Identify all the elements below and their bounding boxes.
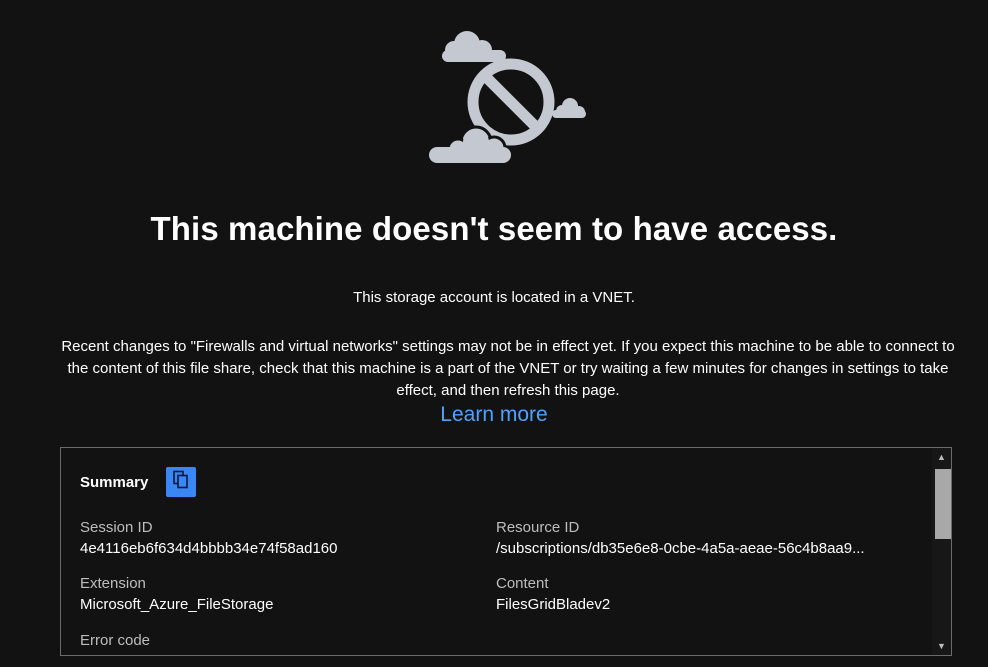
session-id-field: Session ID 4e4116eb6f634d4bbbb34e74f58ad… [80,518,460,560]
copy-button[interactable] [166,467,197,497]
resource-id-value: /subscriptions/db35e6e8-0cbe-4a5a-aeae-5… [496,540,865,557]
error-code-field: Error code [80,631,460,651]
extension-label: Extension [80,575,146,592]
extension-field: Extension Microsoft_Azure_FileStorage [80,574,460,616]
summary-header: Summary [80,466,197,498]
summary-scrollbar[interactable]: ▲ ▼ [932,448,951,655]
resource-id-field: Resource ID /subscriptions/db35e6e8-0cbe… [496,518,896,560]
content-field: Content FilesGridBladev2 [496,574,896,616]
blocked-cloud-icon [424,22,594,168]
scroll-thumb[interactable] [935,469,951,539]
copy-icon [172,470,190,495]
summary-panel: Summary Session ID 4e4116eb6f634d4bbbb34… [60,447,952,656]
session-id-value: 4e4116eb6f634d4bbbb34e74f58ad160 [80,540,338,557]
extension-value: Microsoft_Azure_FileStorage [80,596,274,613]
access-description: Recent changes to "Firewalls and virtual… [61,338,955,399]
page-title: This machine doesn't seem to have access… [150,210,838,247]
resource-id-label: Resource ID [496,519,580,536]
summary-label: Summary [80,473,149,491]
scroll-up-arrow-icon[interactable]: ▲ [932,448,951,466]
scroll-down-arrow-icon[interactable]: ▼ [932,637,951,655]
learn-more-link[interactable]: Learn more [0,403,988,427]
content-value: FilesGridBladev2 [496,596,611,613]
vnet-notice: This storage account is located in a VNE… [353,289,635,306]
session-id-label: Session ID [80,519,153,536]
error-code-label: Error code [80,632,151,649]
content-label: Content [496,575,549,592]
access-denied-page: This machine doesn't seem to have access… [0,0,988,667]
